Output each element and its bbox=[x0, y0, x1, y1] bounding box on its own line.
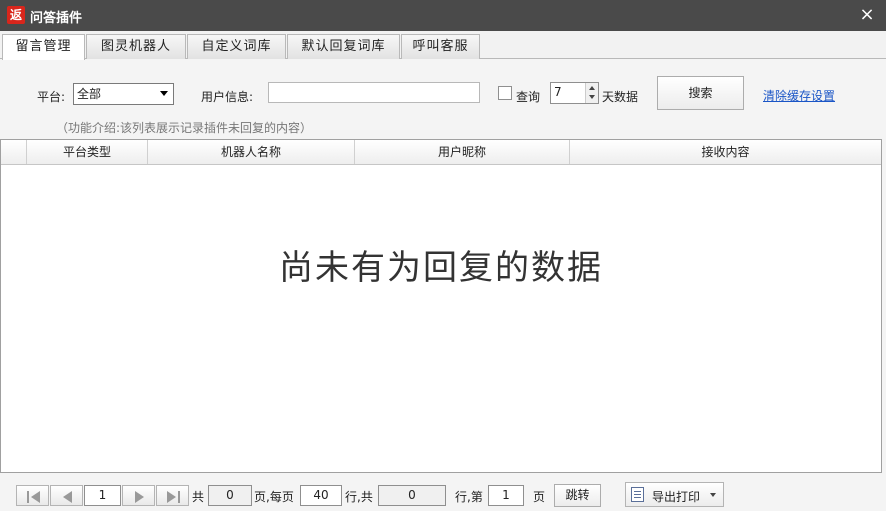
column-header-robot-name[interactable]: 机器人名称 bbox=[148, 140, 355, 164]
total-label: 共 bbox=[192, 490, 205, 504]
document-icon bbox=[631, 487, 644, 502]
days-suffix-label: 天数据 bbox=[602, 90, 639, 104]
column-header-received-content[interactable]: 接收内容 bbox=[570, 140, 881, 164]
tab-default-reply-lexicon[interactable]: 默认回复词库 bbox=[287, 34, 400, 59]
first-page-button[interactable] bbox=[16, 485, 49, 506]
chevron-down-icon bbox=[160, 91, 168, 96]
last-page-icon bbox=[178, 491, 180, 503]
platform-label: 平台: bbox=[37, 90, 66, 104]
row-selector-header bbox=[1, 140, 27, 164]
export-print-button[interactable]: 导出打印 bbox=[625, 482, 724, 507]
total-pages-field: 0 bbox=[208, 485, 252, 506]
app-icon: 返 bbox=[7, 6, 25, 24]
next-page-icon bbox=[135, 491, 144, 503]
rows-total-label: 行,共 bbox=[345, 490, 373, 504]
page-suffix-label: 页 bbox=[533, 490, 546, 504]
tab-call-service[interactable]: 呼叫客服 bbox=[401, 34, 480, 59]
column-header-platform-type[interactable]: 平台类型 bbox=[27, 140, 148, 164]
table-header: 平台类型 机器人名称 用户昵称 接收内容 bbox=[1, 140, 881, 165]
goto-page-input[interactable]: 1 bbox=[488, 485, 524, 506]
empty-state-message: 尚未有为回复的数据 bbox=[279, 248, 603, 288]
last-page-button[interactable] bbox=[156, 485, 189, 506]
platform-select[interactable]: 全部 bbox=[73, 83, 174, 105]
per-page-label: 页,每页 bbox=[254, 490, 294, 504]
stepper-buttons[interactable] bbox=[585, 83, 598, 103]
first-page-icon bbox=[27, 491, 29, 503]
export-print-label: 导出打印 bbox=[652, 490, 701, 504]
current-page-input[interactable]: 1 bbox=[84, 485, 121, 506]
user-info-input[interactable] bbox=[268, 82, 480, 103]
next-page-button[interactable] bbox=[122, 485, 155, 506]
query-checkbox[interactable] bbox=[498, 86, 512, 100]
jump-button[interactable]: 跳转 bbox=[554, 484, 601, 507]
stepper-up-icon[interactable] bbox=[589, 86, 595, 90]
feature-intro-text: （功能介绍:该列表展示记录插件未回复的内容） bbox=[56, 121, 313, 135]
tab-turing-robot[interactable]: 图灵机器人 bbox=[86, 34, 186, 59]
tab-custom-lexicon[interactable]: 自定义词库 bbox=[187, 34, 286, 59]
stepper-down-icon[interactable] bbox=[589, 95, 595, 99]
clear-cache-link[interactable]: 清除缓存设置 bbox=[763, 87, 835, 104]
per-page-input[interactable]: 40 bbox=[300, 485, 342, 506]
message-management-panel: 平台: 全部 用户信息: 查询 7 天数据 搜索 清除缓存设置 （功能介绍:该列… bbox=[0, 59, 886, 511]
user-info-label: 用户信息: bbox=[201, 90, 254, 104]
close-icon[interactable]: × bbox=[858, 5, 876, 25]
platform-select-value: 全部 bbox=[77, 87, 102, 101]
title-bar: 返 问答插件 × bbox=[0, 0, 886, 31]
first-page-arrow-icon bbox=[31, 491, 40, 503]
unreplied-messages-table: 平台类型 机器人名称 用户昵称 接收内容 尚未有为回复的数据 bbox=[0, 139, 882, 473]
days-stepper[interactable]: 7 bbox=[550, 82, 599, 104]
prev-page-icon bbox=[63, 491, 72, 503]
goto-label: 行,第 bbox=[455, 490, 483, 504]
pagination-bar: 1 共 0 页,每页 40 行,共 0 行,第 1 页 跳转 导出打印 bbox=[0, 474, 886, 511]
tab-message-management[interactable]: 留言管理 bbox=[2, 34, 85, 60]
last-page-arrow-icon bbox=[167, 491, 176, 503]
days-value: 7 bbox=[554, 85, 562, 99]
column-header-user-nickname[interactable]: 用户昵称 bbox=[355, 140, 570, 164]
chevron-down-icon[interactable] bbox=[710, 493, 716, 497]
search-button[interactable]: 搜索 bbox=[657, 76, 744, 110]
window-title: 问答插件 bbox=[30, 11, 83, 26]
tab-bar: 留言管理 图灵机器人 自定义词库 默认回复词库 呼叫客服 bbox=[0, 31, 886, 60]
prev-page-button[interactable] bbox=[50, 485, 83, 506]
total-rows-field: 0 bbox=[378, 485, 446, 506]
query-checkbox-label: 查询 bbox=[516, 90, 541, 104]
